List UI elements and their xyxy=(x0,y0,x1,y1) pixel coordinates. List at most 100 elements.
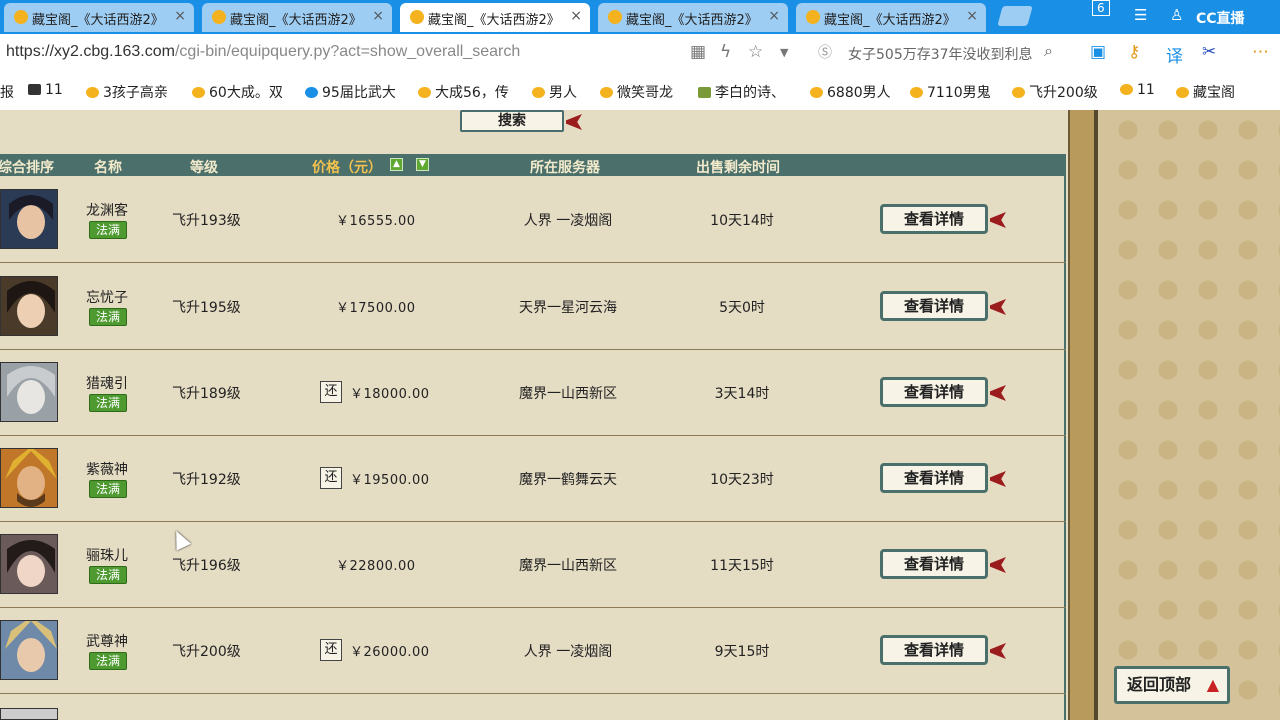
bookmark-icon xyxy=(1176,87,1189,98)
bookmark-item[interactable]: 3孩子高亲 xyxy=(86,82,168,102)
chevron-down-icon[interactable]: ▼ xyxy=(780,46,788,59)
bookmark-icon xyxy=(305,87,318,98)
price: ￥16555.00 xyxy=(336,214,416,229)
new-tab-button[interactable] xyxy=(997,6,1033,26)
star-icon[interactable]: ☆ xyxy=(748,42,763,62)
tab-close-icon[interactable]: × xyxy=(174,8,186,24)
bookmark-item[interactable]: 藏宝阁 xyxy=(1176,82,1235,102)
browser-tab-active[interactable]: 藏宝阁_《大话西游2》 × xyxy=(400,3,590,32)
bookmark-item[interactable]: 李白的诗、 xyxy=(698,82,785,102)
cc-live-logo: CC直播 xyxy=(1196,11,1245,27)
lightning-icon[interactable]: ϟ xyxy=(720,42,731,62)
character-name[interactable]: 骊珠儿 xyxy=(86,545,128,565)
avatar[interactable] xyxy=(0,362,58,422)
site-favicon-icon xyxy=(806,10,820,24)
bookmark-icon xyxy=(86,87,99,98)
search-icon[interactable]: ⌕ xyxy=(1044,41,1053,61)
server-name: 人界 一凌烟阁 xyxy=(523,644,613,660)
tab-close-icon[interactable]: × xyxy=(966,8,978,24)
scissors-icon[interactable]: ✂ xyxy=(1202,42,1216,62)
tab-close-icon[interactable]: × xyxy=(570,8,582,24)
extension-icon[interactable]: ▣ xyxy=(1090,42,1106,62)
search-suggestion[interactable]: 女子505万存37年没收到利息 xyxy=(848,44,1033,64)
bookmark-item[interactable]: 95届比武大 xyxy=(305,82,396,102)
avatar[interactable] xyxy=(0,448,58,508)
view-details-button[interactable]: 查看详情 xyxy=(880,549,988,579)
character-name[interactable]: 武尊神 xyxy=(86,631,128,651)
bookmark-label: 3孩子高亲 xyxy=(103,85,168,101)
bookmark-item[interactable]: 报 xyxy=(0,82,14,102)
header-level: 等级 xyxy=(190,160,218,176)
server-name: 人界 一凌烟阁 xyxy=(523,213,613,229)
shirt-icon[interactable]: ♙ xyxy=(1170,6,1183,24)
table-row: 猎魂引 法满 飞升189级 还 ￥18000.00 魔界一山西新区 3天14时 … xyxy=(0,349,1066,436)
search-box[interactable]: Ⓢ 女子505万存37年没收到利息 ⌕ xyxy=(812,39,1070,67)
header-price[interactable]: 价格（元） xyxy=(312,157,382,177)
table-row: 龙渊客 法满 飞升193级 ￥16555.00 人界 一凌烟阁 10天14时 查… xyxy=(0,176,1066,263)
tab-close-icon[interactable]: × xyxy=(372,8,384,24)
tab-title: 藏宝阁_《大话西游2》 xyxy=(626,13,758,28)
more-icon[interactable]: ⋯ xyxy=(1252,42,1269,62)
qr-code-icon[interactable]: ▦ xyxy=(690,42,706,62)
character-level: 飞升192级 xyxy=(172,472,241,488)
character-name[interactable]: 龙渊客 xyxy=(86,200,128,220)
bookmark-icon xyxy=(532,87,545,98)
character-portrait-icon xyxy=(1,363,57,421)
ribbon-icon xyxy=(990,385,1006,401)
bookmark-icon xyxy=(1012,87,1025,98)
avatar[interactable] xyxy=(0,708,58,720)
bookmark-item[interactable]: 11 xyxy=(28,82,63,98)
view-details-button[interactable]: 查看详情 xyxy=(880,204,988,234)
bookmark-item[interactable]: 11 xyxy=(1120,82,1155,98)
browser-tab[interactable]: 藏宝阁_《大话西游2》 × xyxy=(202,3,392,32)
sort-ascending-button[interactable]: ▲ xyxy=(390,158,403,171)
avatar[interactable] xyxy=(0,534,58,594)
bookmark-icon xyxy=(600,87,613,98)
bookmark-item[interactable]: 60大成。双 xyxy=(192,82,283,102)
view-details-button[interactable]: 查看详情 xyxy=(880,635,988,665)
bookmark-item[interactable]: 大成56，传 xyxy=(418,82,509,102)
menu-icon[interactable]: ☰ xyxy=(1134,6,1147,24)
url-field[interactable]: https://xy2.cbg.163.com/cgi-bin/equipque… xyxy=(6,43,520,61)
time-left: 10天14时 xyxy=(710,213,774,229)
window-count-badge[interactable]: 6 xyxy=(1092,0,1110,16)
back-to-top-button[interactable]: 返回顶部 ▲ xyxy=(1114,666,1230,704)
view-details-button[interactable]: 查看详情 xyxy=(880,463,988,493)
character-portrait-icon xyxy=(1,621,57,679)
avatar[interactable] xyxy=(0,276,58,336)
time-left: 10天23时 xyxy=(710,472,774,488)
character-name[interactable]: 紫薇神 xyxy=(86,459,128,479)
key-icon[interactable]: ⚷ xyxy=(1128,42,1140,62)
server-name: 魔界一鹤舞云天 xyxy=(519,472,617,488)
sort-descending-button[interactable]: ▼ xyxy=(416,158,429,171)
bookmark-item[interactable]: 6880男人 xyxy=(810,82,891,102)
status-badge: 法满 xyxy=(89,308,127,326)
bookmark-item[interactable]: 微笑哥龙 xyxy=(600,82,673,102)
status-badge: 法满 xyxy=(89,480,127,498)
browser-tab[interactable]: 藏宝阁_《大话西游2》 × xyxy=(598,3,788,32)
status-badge: 法满 xyxy=(89,221,127,239)
search-button[interactable]: 搜索 xyxy=(460,110,564,132)
translate-icon[interactable]: 译 xyxy=(1166,42,1183,67)
status-badge: 法满 xyxy=(89,566,127,584)
bookmark-item[interactable]: 男人 xyxy=(532,82,577,102)
ribbon-icon xyxy=(990,212,1006,228)
tab-close-icon[interactable]: × xyxy=(768,8,780,24)
view-details-button[interactable]: 查看详情 xyxy=(880,291,988,321)
view-details-button[interactable]: 查看详情 xyxy=(880,377,988,407)
browser-tab[interactable]: 藏宝阁_《大话西游2》 × xyxy=(4,3,194,32)
header-rank[interactable]: 综合排序 xyxy=(0,157,54,177)
bookmark-label: 大成56，传 xyxy=(435,85,509,101)
avatar[interactable] xyxy=(0,189,58,249)
scroll-frame xyxy=(1068,110,1098,720)
bargain-icon: 还 xyxy=(320,639,342,661)
character-name[interactable]: 忘忧子 xyxy=(86,287,128,307)
avatar[interactable] xyxy=(0,620,58,680)
price: ￥17500.00 xyxy=(336,301,416,316)
bookmark-item[interactable]: 7110男鬼 xyxy=(910,82,991,102)
header-time-left: 出售剩余时间 xyxy=(696,160,780,176)
browser-tab[interactable]: 藏宝阁_《大话西游2》 × xyxy=(796,3,986,32)
table-header: 综合排序 名称 等级 价格（元） ▲ ▼ 所在服务器 出售剩余时间 xyxy=(0,154,1066,176)
character-name[interactable]: 猎魂引 xyxy=(86,373,128,393)
bookmark-item[interactable]: 飞升200级 xyxy=(1012,82,1098,102)
